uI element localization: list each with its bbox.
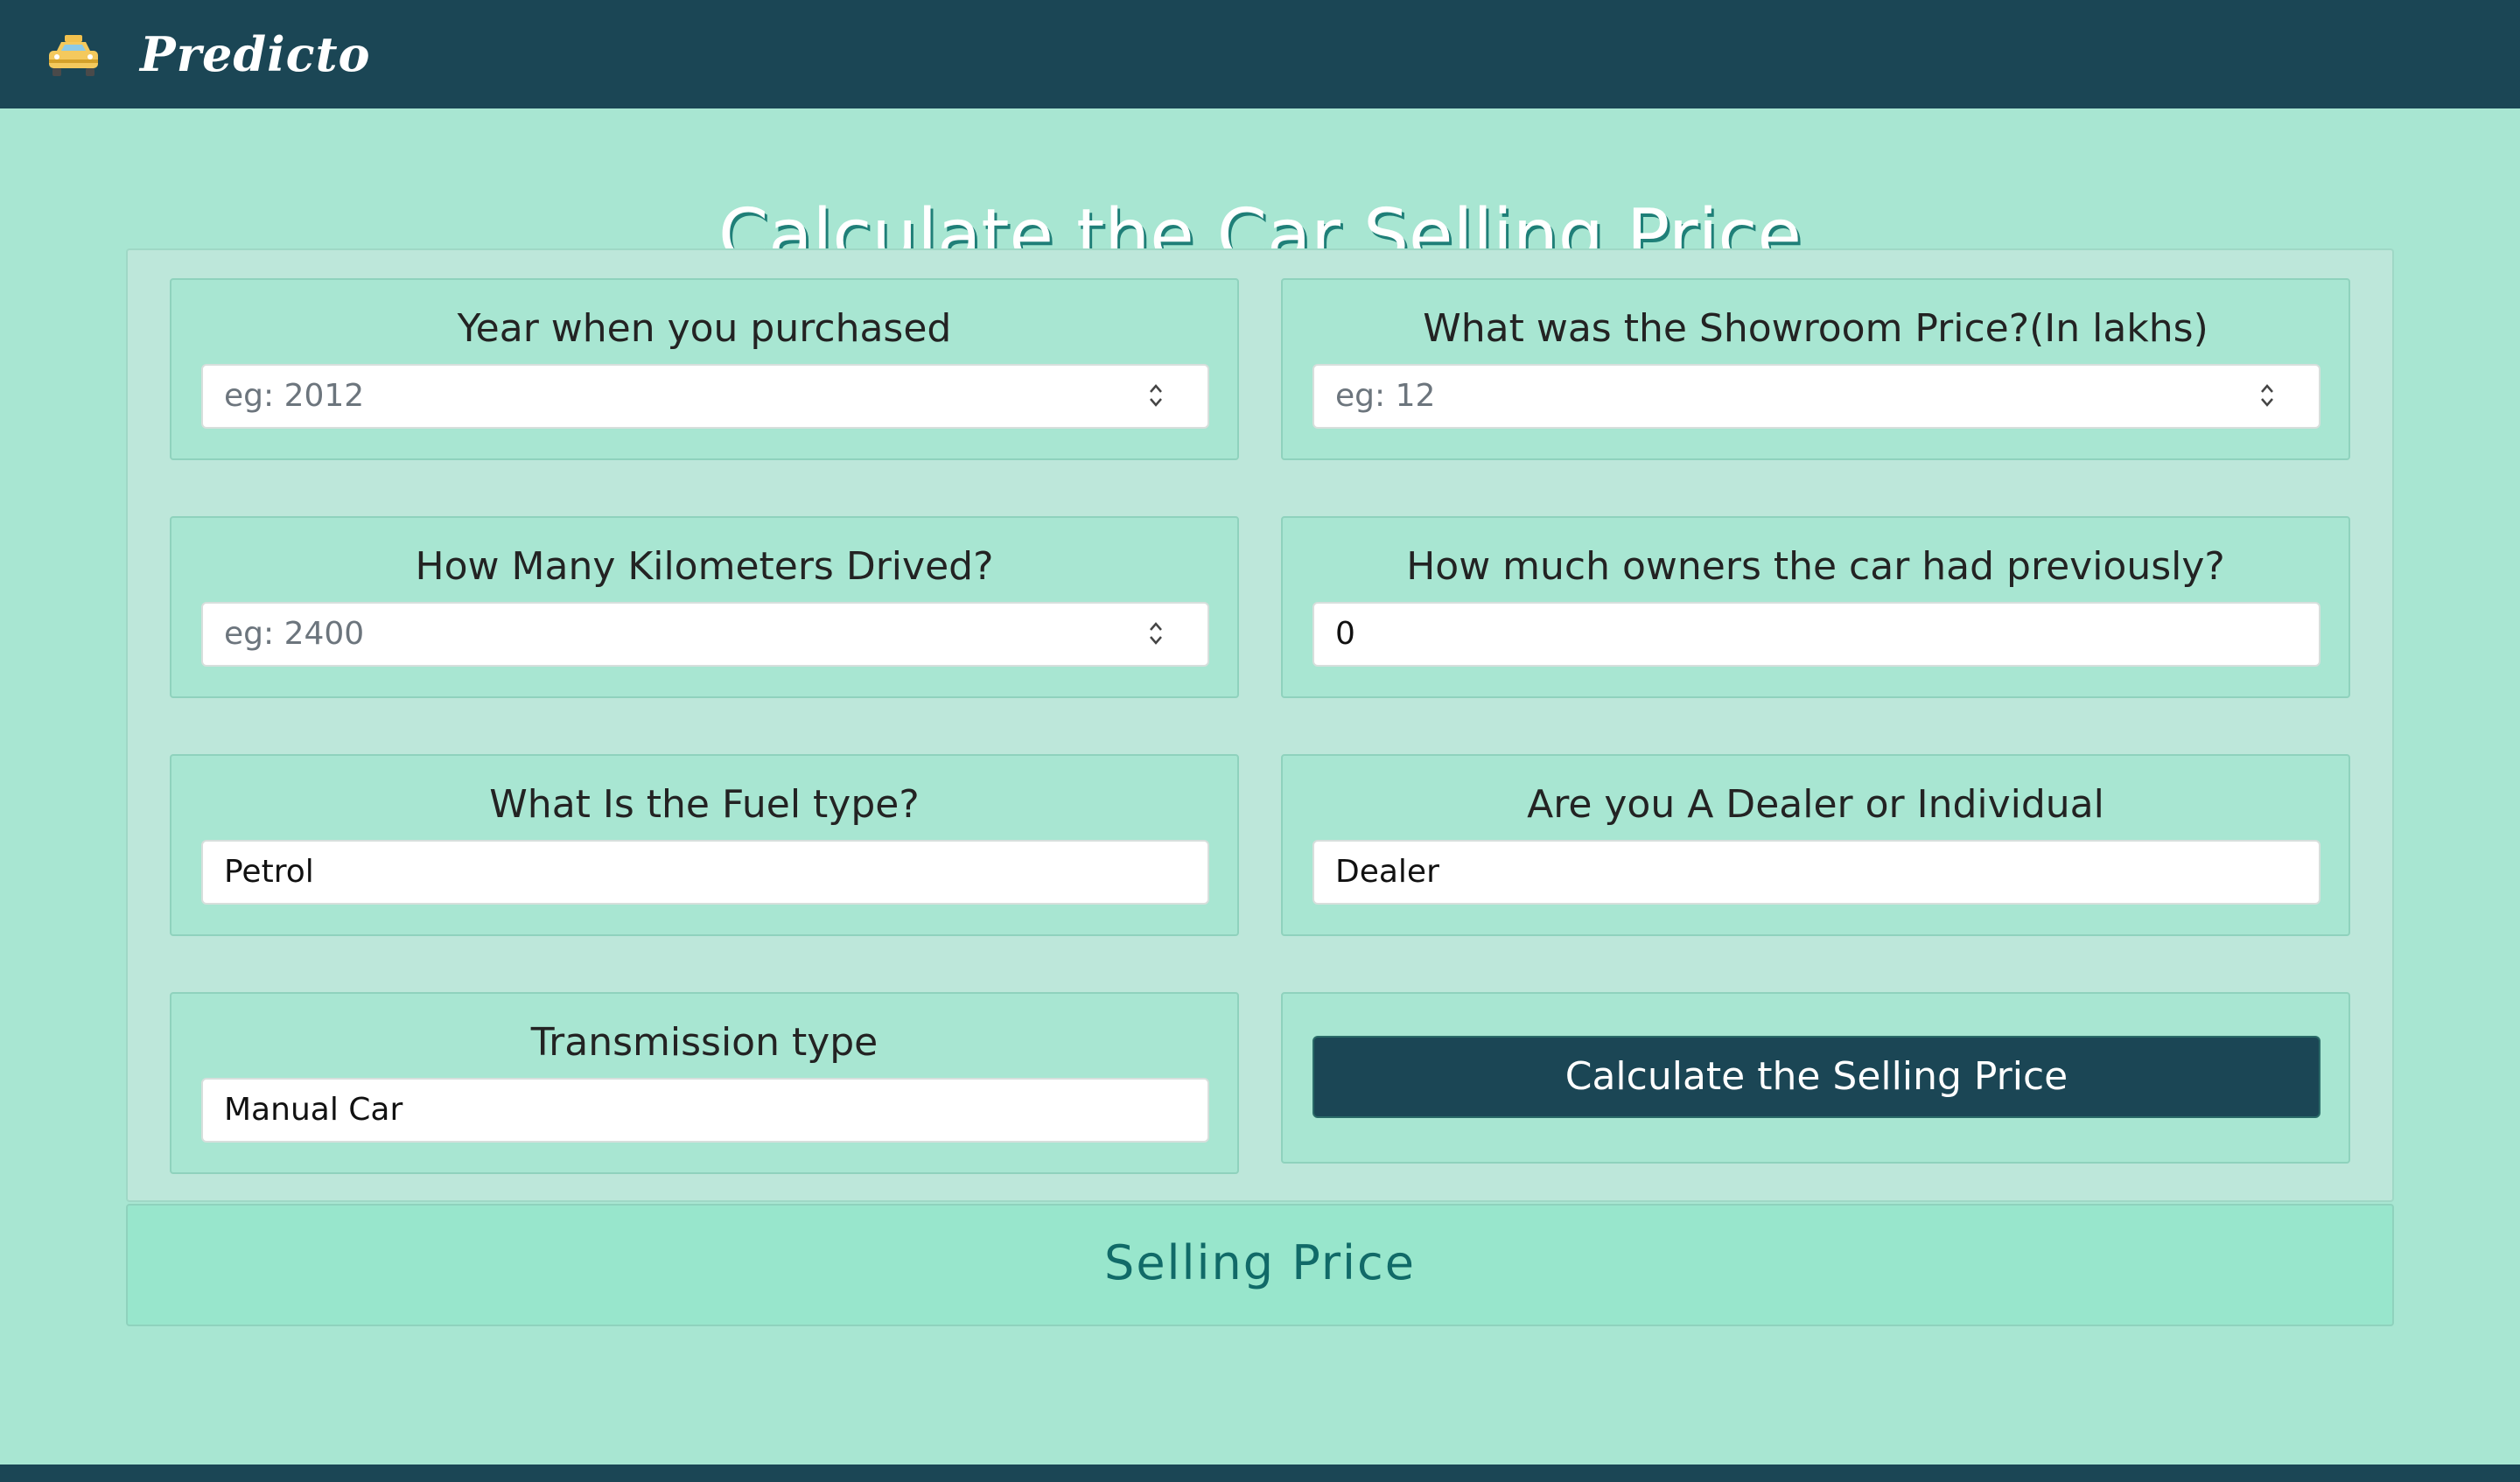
transmission-label: Transmission type bbox=[530, 1020, 878, 1065]
showroom-price-card: What was the Showroom Price?(In lakhs) e… bbox=[1281, 278, 2350, 460]
year-label: Year when you purchased bbox=[457, 306, 952, 351]
showroom-price-input[interactable]: eg: 12 bbox=[1312, 364, 2320, 429]
prediction-form: Year when you purchased eg: 2012 What wa… bbox=[126, 248, 2394, 1202]
owners-card: How much owners the car had previously? … bbox=[1281, 516, 2350, 698]
year-card: Year when you purchased eg: 2012 bbox=[170, 278, 1239, 460]
seller-type-select[interactable]: Dealer bbox=[1312, 840, 2320, 905]
showroom-price-spinner-icon[interactable] bbox=[2258, 380, 2277, 411]
kilometers-input[interactable]: eg: 2400 bbox=[201, 602, 1209, 667]
showroom-price-label: What was the Showroom Price?(In lakhs) bbox=[1423, 306, 2208, 351]
footer-bar bbox=[0, 1465, 2520, 1482]
owners-label: How much owners the car had previously? bbox=[1406, 544, 2225, 589]
seller-type-label: Are you A Dealer or Individual bbox=[1527, 782, 2104, 827]
transmission-card: Transmission type Manual Car bbox=[170, 992, 1239, 1174]
fuel-type-select[interactable]: Petrol bbox=[201, 840, 1209, 905]
fuel-type-card: What Is the Fuel type? Petrol bbox=[170, 754, 1239, 936]
navbar: Predicto bbox=[0, 0, 2520, 108]
submit-card: Calculate the Selling Price bbox=[1281, 992, 2350, 1164]
calculate-button[interactable]: Calculate the Selling Price bbox=[1312, 1036, 2320, 1118]
year-input[interactable]: eg: 2012 bbox=[201, 364, 1209, 429]
kilometers-card: How Many Kilometers Drived? eg: 2400 bbox=[170, 516, 1239, 698]
owners-input[interactable]: 0 bbox=[1312, 602, 2320, 667]
result-box: Selling Price bbox=[126, 1204, 2394, 1326]
transmission-select[interactable]: Manual Car bbox=[201, 1078, 1209, 1143]
seller-type-card: Are you A Dealer or Individual Dealer bbox=[1281, 754, 2350, 936]
selling-price-result: Selling Price bbox=[1104, 1235, 1416, 1290]
car-icon[interactable] bbox=[47, 33, 100, 79]
kilometers-label: How Many Kilometers Drived? bbox=[415, 544, 994, 589]
brand-name[interactable]: Predicto bbox=[140, 21, 371, 87]
fuel-type-label: What Is the Fuel type? bbox=[489, 782, 920, 827]
kilometers-spinner-icon[interactable] bbox=[1146, 618, 1166, 649]
year-spinner-icon[interactable] bbox=[1146, 380, 1166, 411]
